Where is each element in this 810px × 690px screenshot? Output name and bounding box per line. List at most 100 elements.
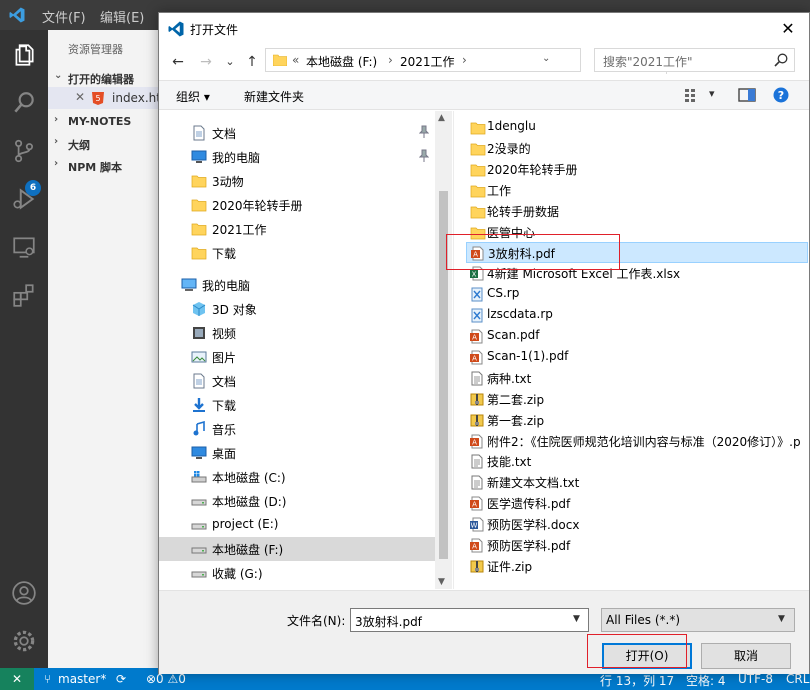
file-list-item[interactable]: W 预防医学科.docx	[466, 514, 808, 535]
organize-menu[interactable]: 组织 ▾	[176, 88, 210, 105]
remote-indicator[interactable]: ✕	[0, 668, 34, 690]
file-list-item[interactable]: 轮转手册数据	[466, 201, 808, 222]
file-list-item[interactable]: 第一套.zip	[466, 410, 808, 431]
settings-gear-icon[interactable]	[11, 628, 37, 654]
breadcrumb-drive[interactable]: 本地磁盘 (F:)	[306, 53, 377, 70]
section-npm-scripts[interactable]: › NPM 脚本	[48, 156, 158, 176]
chevron-down-icon[interactable]: ▼	[778, 614, 785, 624]
extensions-icon[interactable]	[11, 282, 37, 308]
file-list-item[interactable]: CS.rp	[466, 284, 808, 305]
nav-pane-item[interactable]: 本地磁盘 (F:)	[159, 537, 435, 561]
file-list-item[interactable]: 1denglu	[466, 117, 808, 138]
nav-pane-item[interactable]: 桌面	[159, 441, 435, 465]
nav-pane-item[interactable]: 本地磁盘 (C:)	[159, 465, 435, 489]
back-button[interactable]: ←	[167, 51, 189, 73]
up-button[interactable]: ↑	[241, 51, 263, 73]
nav-pane-item[interactable]: 文档	[159, 369, 435, 393]
dialog-titlebar[interactable]: 打开文件 ✕	[159, 13, 809, 45]
file-list-item[interactable]: 第二套.zip	[466, 389, 808, 410]
nav-pane-label: 2021工作	[212, 223, 267, 237]
chevron-down-icon[interactable]: ⌄	[542, 53, 550, 64]
nav-pane-item[interactable]: 视频	[159, 321, 435, 345]
search-icon[interactable]	[11, 90, 37, 116]
nav-pane-item[interactable]: 2021工作	[159, 217, 435, 241]
git-branch[interactable]: master*	[58, 672, 106, 686]
scroll-up-icon[interactable]: ▲	[438, 113, 445, 123]
line-ending[interactable]: CRLF	[786, 672, 810, 686]
cancel-button[interactable]: 取消	[701, 643, 791, 669]
nav-pane-item[interactable]: 音乐	[159, 417, 435, 441]
breadcrumb-folder[interactable]: 2021工作	[400, 53, 455, 70]
file-list-item[interactable]: 证件.zip	[466, 556, 808, 577]
explorer-sidebar: 资源管理器 ⌄ 打开的编辑器 ✕ 5 index.ht › MY-NOTES ›…	[48, 30, 161, 668]
nav-pane-item[interactable]: 3动物	[159, 169, 435, 193]
file-list-item[interactable]: 2020年轮转手册	[466, 159, 808, 180]
nav-pane-item[interactable]: 收藏 (G:)	[159, 561, 435, 585]
menu-file[interactable]: 文件(F)	[42, 7, 86, 26]
view-options-icon[interactable]	[683, 86, 703, 104]
close-button[interactable]: ✕	[773, 17, 803, 41]
file-list-item[interactable]: A 预防医学科.pdf	[466, 535, 808, 556]
encoding[interactable]: UTF-8	[738, 672, 773, 686]
nav-pane-item[interactable]: 3D 对象	[159, 297, 435, 321]
chevron-right-icon[interactable]: ›	[462, 53, 467, 67]
nav-pane-item[interactable]: 我的电脑	[159, 145, 435, 169]
open-editor-item[interactable]: ✕ 5 index.ht	[48, 87, 161, 109]
breadcrumb-overflow[interactable]: «	[292, 53, 299, 67]
file-list-item[interactable]: A 医学遗传科.pdf	[466, 493, 808, 514]
run-debug-icon[interactable]	[11, 186, 37, 212]
preview-pane-icon[interactable]	[737, 86, 757, 104]
forward-button[interactable]: →	[195, 51, 217, 73]
menu-edit[interactable]: 编辑(E)	[100, 7, 144, 26]
indentation[interactable]: 空格: 4	[686, 672, 726, 689]
address-bar[interactable]: « 本地磁盘 (F:) › 2021工作 › ⌄ ↻	[265, 48, 683, 74]
file-list-item[interactable]: 技能.txt	[466, 451, 808, 472]
nav-pane-label: 我的电脑	[202, 279, 251, 293]
file-list-item[interactable]: 工作	[466, 180, 808, 201]
recent-locations-button[interactable]: ⌄	[219, 51, 241, 73]
nav-pane-item[interactable]: 下载	[159, 393, 435, 417]
chevron-down-icon[interactable]: ▼	[573, 614, 580, 624]
remote-explorer-icon[interactable]	[11, 234, 37, 260]
explorer-icon[interactable]	[11, 42, 37, 68]
navigation-scrollbar[interactable]: ▲ ▼	[435, 111, 452, 589]
scroll-down-icon[interactable]: ▼	[438, 577, 445, 587]
section-outline[interactable]: › 大纲	[48, 134, 158, 154]
nav-pane-item[interactable]: 我的电脑	[159, 273, 435, 297]
problems-indicator[interactable]: ⊗0 ⚠0	[146, 672, 186, 686]
nav-pane-item[interactable]: 本地磁盘 (D:)	[159, 489, 435, 513]
section-open-editors[interactable]: ⌄ 打开的编辑器	[48, 68, 158, 88]
nav-pane-label: 我的电脑	[212, 151, 261, 165]
help-icon[interactable]: ?	[771, 86, 791, 104]
file-list-item[interactable]: 病种.txt	[466, 368, 808, 389]
search-box[interactable]: 搜索"2021工作"	[594, 48, 795, 72]
file-list-item[interactable]: 新建文本文档.txt	[466, 472, 808, 493]
account-icon[interactable]	[11, 580, 37, 606]
nav-pane-item[interactable]: 文档	[159, 121, 435, 145]
file-list-item[interactable]: 2没录的	[466, 138, 808, 159]
file-type-select[interactable]: All Files (*.*) ▼	[601, 608, 795, 632]
dialog-title: 打开文件	[190, 23, 239, 37]
file-list-item[interactable]: lzscdata.rp	[466, 305, 808, 326]
section-my-notes[interactable]: › MY-NOTES	[48, 112, 158, 132]
source-control-icon[interactable]	[11, 138, 37, 164]
filename-input[interactable]: 3放射科.pdf ▼	[350, 608, 589, 632]
nav-pane-item[interactable]: project (E:)	[159, 513, 435, 537]
nav-pane-item[interactable]: 图片	[159, 345, 435, 369]
folder-icon	[470, 120, 486, 135]
view-dropdown-arrow[interactable]: ▾	[709, 87, 715, 100]
text-file-icon	[470, 475, 484, 490]
drive-icon	[191, 565, 207, 581]
cursor-position[interactable]: 行 13，列 17	[600, 672, 674, 689]
chevron-right-icon[interactable]: ›	[388, 53, 393, 67]
nav-pane-item[interactable]: 下载	[159, 241, 435, 265]
svg-text:?: ?	[778, 89, 784, 102]
close-icon[interactable]: ✕	[75, 90, 85, 104]
new-folder-button[interactable]: 新建文件夹	[244, 88, 304, 105]
sync-icon[interactable]: ⟳	[116, 672, 126, 686]
file-list-item[interactable]: A 附件2：《住院医师规范化培训内容与标准（2020修订）》.p	[466, 431, 808, 452]
file-list-item[interactable]: A Scan-1(1).pdf	[466, 347, 808, 368]
file-name: Scan.pdf	[487, 328, 540, 342]
file-list-item[interactable]: A Scan.pdf	[466, 326, 808, 347]
nav-pane-item[interactable]: 2020年轮转手册	[159, 193, 435, 217]
